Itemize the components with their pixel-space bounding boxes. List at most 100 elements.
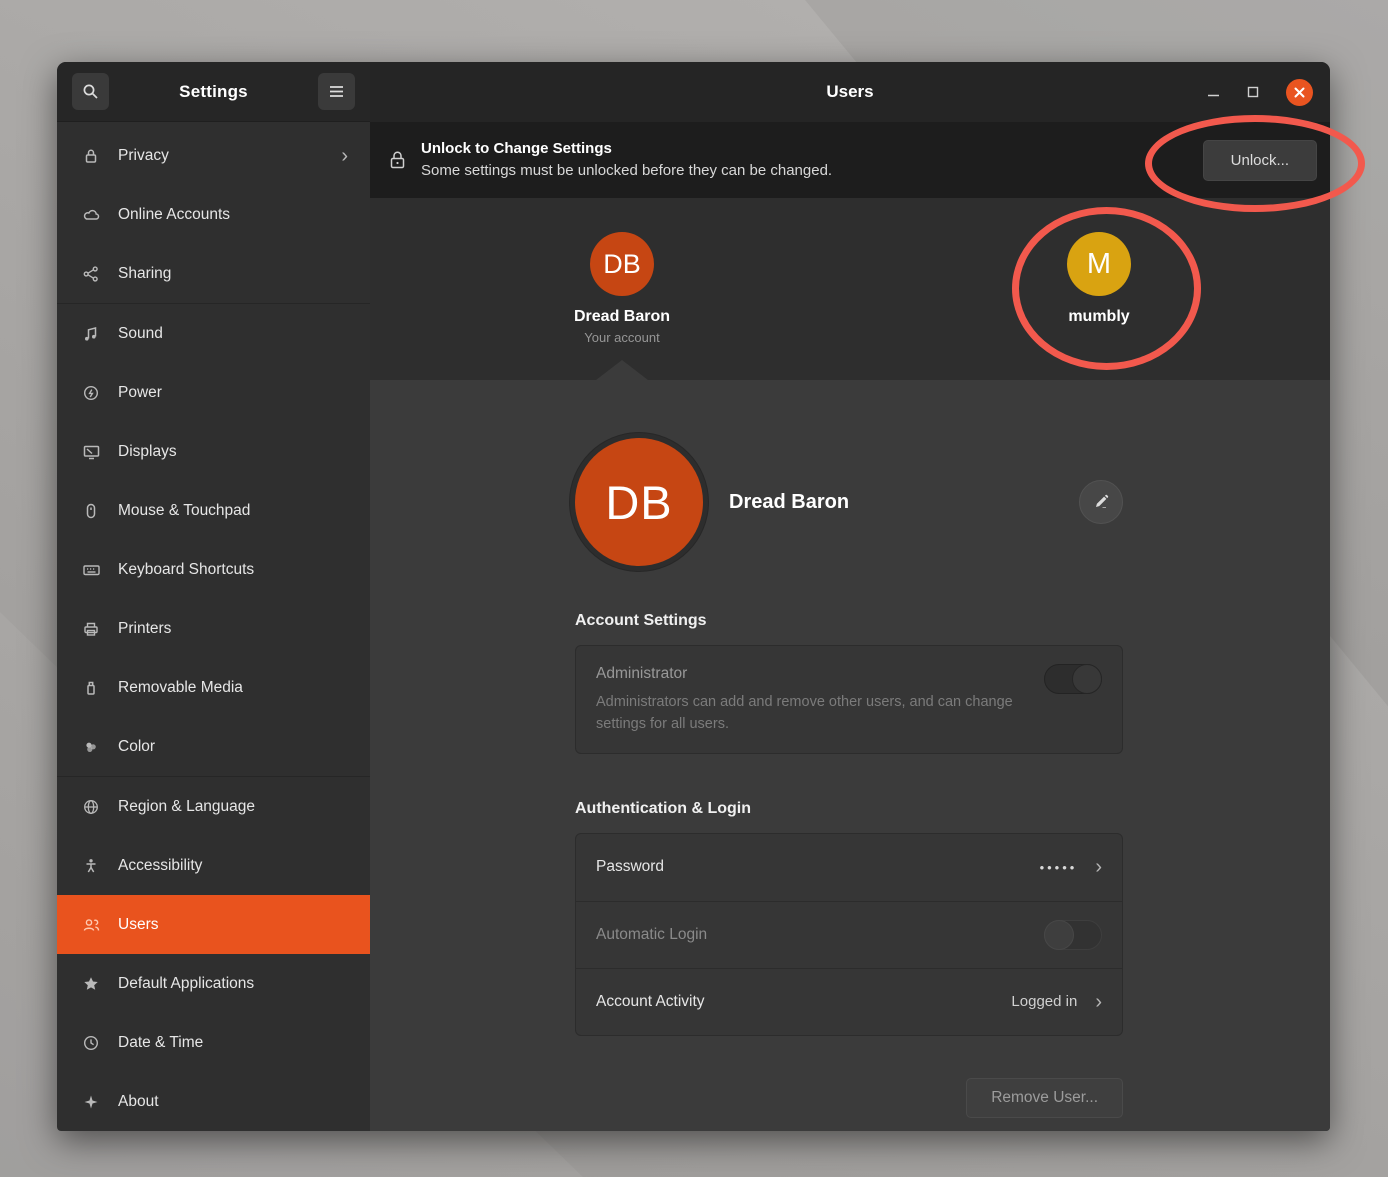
sidebar-item-label: Removable Media [118,679,243,697]
profile-name: Dread Baron [729,491,849,514]
close-button[interactable] [1286,79,1313,106]
sidebar-item-accessibility[interactable]: Accessibility [57,836,370,895]
profile-row: DB Dread Baron [575,438,1123,566]
sidebar-item-default-applications[interactable]: Default Applications [57,954,370,1013]
sidebar-item-region-language[interactable]: Region & Language [57,777,370,836]
titlebar[interactable]: Users [370,62,1330,122]
minimize-button[interactable] [1207,86,1220,99]
maximize-button[interactable] [1247,86,1259,98]
close-icon [1294,87,1305,98]
sidebar-header: Settings [57,62,370,122]
sidebar-item-color[interactable]: Color [57,717,370,776]
lock-icon [389,150,406,170]
password-label: Password [596,858,664,876]
carousel-user-subtitle: Your account [584,330,659,345]
mouse-icon [81,501,101,521]
carousel-user-dread-baron[interactable]: DB Dread Baron Your account [522,232,722,345]
users-icon [81,915,101,935]
unlock-button[interactable]: Unlock... [1203,140,1317,181]
sidebar-item-label: Power [118,384,162,402]
sidebar-item-label: Displays [118,443,177,461]
sidebar-item-online-accounts[interactable]: Online Accounts [57,185,370,244]
sidebar-item-label: Privacy [118,147,169,165]
unlock-banner: Unlock to Change Settings Some settings … [370,122,1330,198]
display-icon [81,442,101,462]
toggle-knob [1072,664,1102,694]
edit-name-button[interactable] [1079,480,1123,524]
sidebar-item-displays[interactable]: Displays [57,422,370,481]
chevron-right-icon: › [341,146,356,166]
color-icon [81,737,101,757]
window-controls [1207,79,1330,106]
lock-icon [81,146,101,166]
sidebar-item-power[interactable]: Power [57,363,370,422]
chevron-right-icon: › [1095,857,1102,877]
administrator-description: Administrators can add and remove other … [596,692,1036,736]
sidebar-item-mouse-touchpad[interactable]: Mouse & Touchpad [57,481,370,540]
sidebar-item-label: Printers [118,620,171,638]
sidebar-item-label: Region & Language [118,798,255,816]
password-row[interactable]: Password ••••• › [576,834,1122,901]
sidebar-item-date-time[interactable]: Date & Time [57,1013,370,1072]
sidebar-item-label: Sound [118,325,163,343]
remove-user-button[interactable]: Remove User... [966,1078,1123,1118]
administrator-label: Administrator [596,665,1102,683]
unlock-banner-subtitle: Some settings must be unlocked before th… [421,160,832,182]
sidebar-item-label: Mouse & Touchpad [118,502,250,520]
sidebar-item-sound[interactable]: Sound [57,304,370,363]
selected-user-pointer [596,360,648,380]
sidebar-item-sharing[interactable]: Sharing [57,244,370,303]
user-carousel: DB Dread Baron Your account M mumbly [370,198,1330,380]
unlock-banner-title: Unlock to Change Settings [421,138,832,160]
pencil-icon [1093,494,1109,510]
accessibility-icon [81,856,101,876]
main-panel: Users [370,62,1330,1131]
unlock-banner-text: Unlock to Change Settings Some settings … [421,138,832,182]
primary-menu-button[interactable] [318,73,355,110]
user-detail-panel: DB Dread Baron Account Settings [370,380,1330,1131]
password-dots: ••••• [1040,860,1078,875]
sidebar-item-label: Color [118,738,155,756]
avatar: M [1067,232,1131,296]
account-activity-row[interactable]: Account Activity Logged in › [576,968,1122,1035]
power-icon [81,383,101,403]
sidebar-item-users[interactable]: Users [57,895,370,954]
sidebar-item-label: Keyboard Shortcuts [118,561,254,579]
sidebar-item-label: About [118,1093,159,1111]
sidebar-list: Privacy › Online Accounts [57,122,370,1131]
clock-icon [81,1033,101,1053]
avatar: DB [590,232,654,296]
usb-drive-icon [81,678,101,698]
profile-avatar[interactable]: DB [575,438,703,566]
sparkle-icon [81,1092,101,1112]
sidebar-item-label: Users [118,916,158,934]
sidebar-item-label: Sharing [118,265,171,283]
automatic-login-toggle[interactable] [1044,920,1102,950]
account-activity-value: Logged in [1011,993,1077,1010]
carousel-user-name: mumbly [1068,308,1129,326]
sidebar-item-about[interactable]: About [57,1072,370,1131]
carousel-user-name: Dread Baron [574,308,670,326]
carousel-user-mumbly[interactable]: M mumbly [999,232,1199,326]
section-heading-account-settings: Account Settings [575,612,1123,630]
sidebar-item-label: Online Accounts [118,206,230,224]
sidebar-item-privacy[interactable]: Privacy › [57,126,370,185]
settings-window: Settings Privacy [57,62,1330,1131]
search-button[interactable] [72,73,109,110]
sidebar-item-printers[interactable]: Printers [57,599,370,658]
sidebar-item-removable-media[interactable]: Removable Media [57,658,370,717]
cloud-icon [81,205,101,225]
sidebar-item-keyboard-shortcuts[interactable]: Keyboard Shortcuts [57,540,370,599]
chevron-right-icon: › [1095,992,1102,1012]
automatic-login-row[interactable]: Automatic Login [576,901,1122,968]
globe-icon [81,797,101,817]
app-title: Settings [179,82,248,102]
administrator-toggle[interactable] [1044,664,1102,694]
printer-icon [81,619,101,639]
keyboard-icon [81,560,101,580]
page-title: Users [370,82,1330,102]
sidebar: Settings Privacy [57,62,370,1131]
desktop: Settings Privacy [0,0,1388,1177]
automatic-login-label: Automatic Login [596,926,707,944]
share-icon [81,264,101,284]
